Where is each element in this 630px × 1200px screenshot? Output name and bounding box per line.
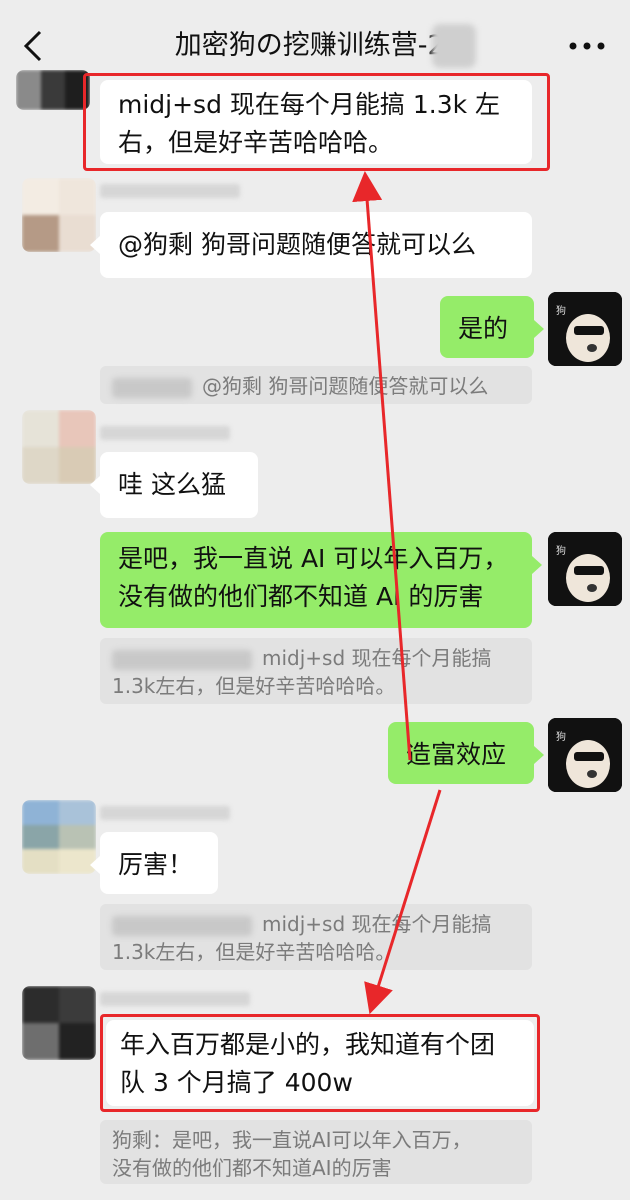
red-arrow-down <box>364 789 442 1015</box>
red-arrow-up <box>352 171 412 761</box>
arrow-overlay <box>352 171 442 1015</box>
